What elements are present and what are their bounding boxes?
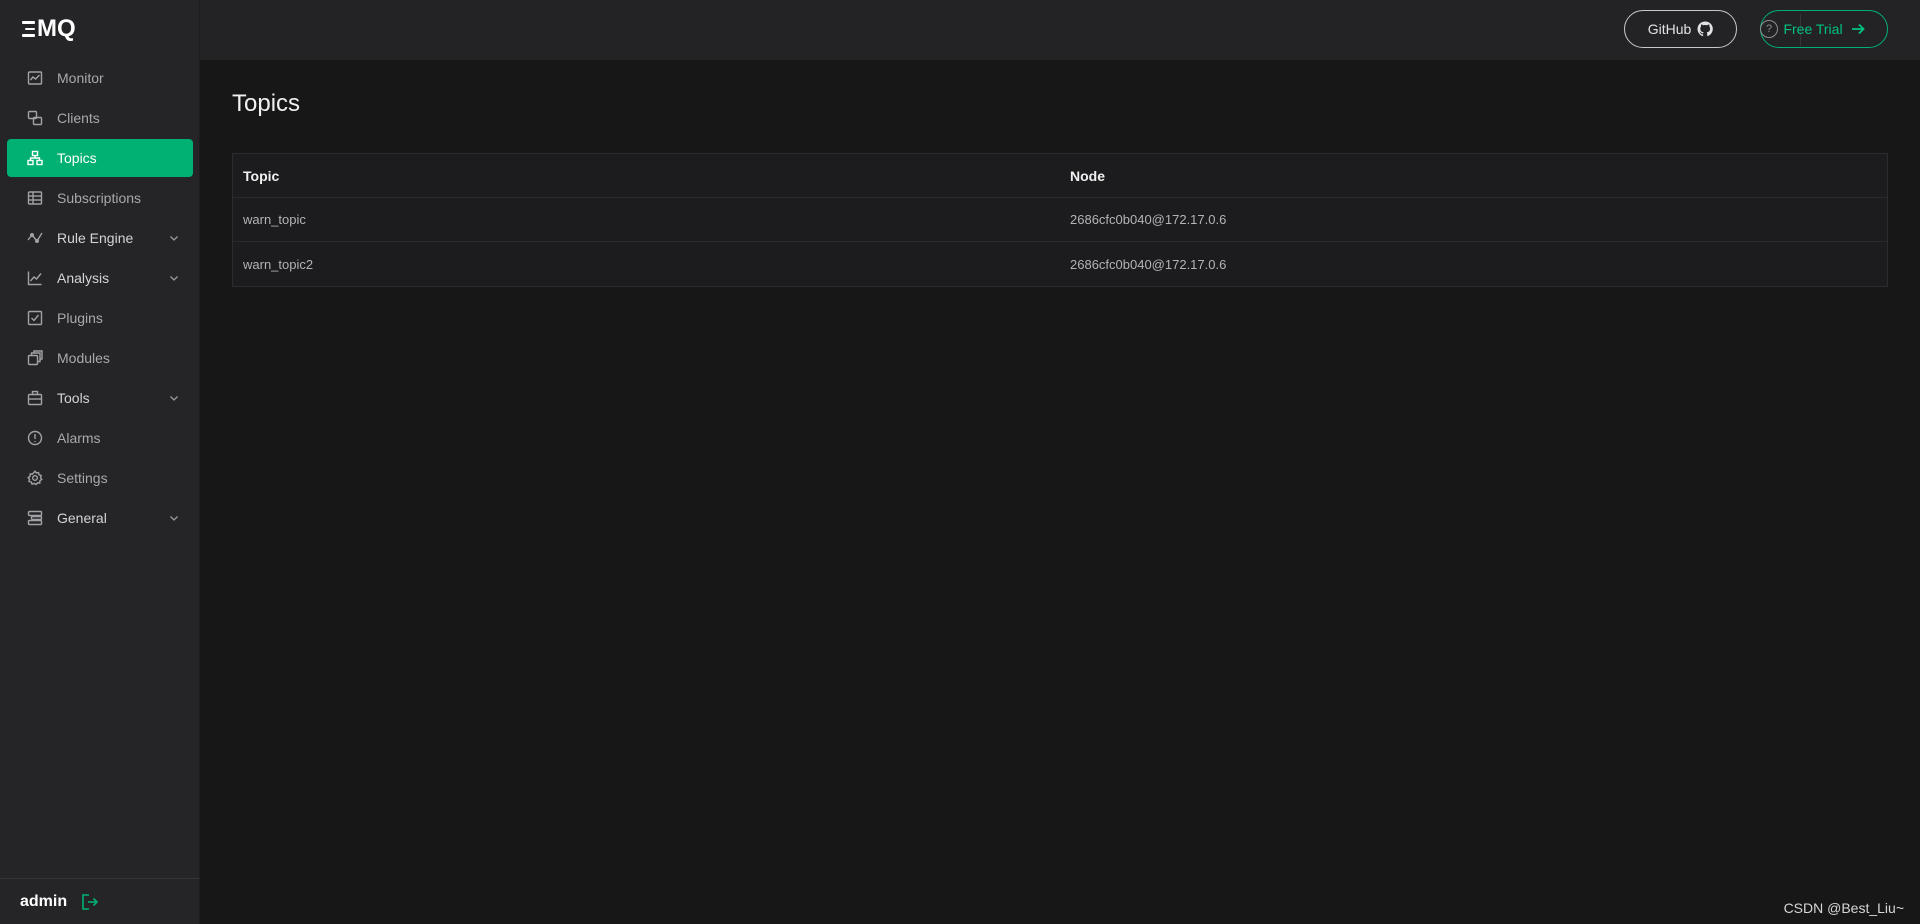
sidebar: MQ Monitor Clients Topics Subscriptions … <box>0 0 200 924</box>
subscriptions-icon <box>27 190 43 206</box>
sidebar-item-rule-engine[interactable]: Rule Engine <box>7 219 193 257</box>
settings-icon <box>27 470 43 486</box>
chevron-down-icon <box>169 233 179 243</box>
logo-mark-icon <box>22 21 35 37</box>
sidebar-item-label: Rule Engine <box>57 230 134 246</box>
table-row: warn_topic 2686cfc0b040@172.17.0.6 <box>233 198 1887 242</box>
monitor-icon <box>27 70 43 86</box>
sidebar-item-label: Modules <box>57 350 110 366</box>
username: admin <box>20 892 68 910</box>
node-cell: 2686cfc0b040@172.17.0.6 <box>1070 256 1227 272</box>
github-button[interactable]: GitHub <box>1624 10 1737 48</box>
sidebar-item-label: Clients <box>57 110 100 126</box>
sidebar-item-subscriptions[interactable]: Subscriptions <box>7 179 193 217</box>
chevron-down-icon <box>169 273 179 283</box>
help-icon[interactable]: ? <box>1760 20 1778 38</box>
sidebar-item-clients[interactable]: Clients <box>7 99 193 137</box>
sidebar-item-label: Topics <box>57 150 97 166</box>
tools-icon <box>27 390 43 406</box>
sidebar-item-topics[interactable]: Topics <box>7 139 193 177</box>
sidebar-item-general[interactable]: General <box>7 499 193 537</box>
sidebar-footer: admin <box>0 878 200 924</box>
sidebar-item-monitor[interactable]: Monitor <box>7 59 193 97</box>
app-root: MQ Monitor Clients Topics Subscriptions … <box>0 0 1920 924</box>
topic-cell: warn_topic <box>243 212 306 227</box>
sidebar-item-label: Plugins <box>57 310 103 326</box>
topics-table: Topic Node warn_topic 2686cfc0b040@172.1… <box>232 153 1888 287</box>
topics-icon <box>27 150 43 166</box>
watermark: CSDN @Best_Liu~ <box>1783 900 1904 916</box>
github-label: GitHub <box>1647 21 1692 37</box>
modules-icon <box>27 350 43 366</box>
sidebar-item-analysis[interactable]: Analysis <box>7 259 193 297</box>
table-row: warn_topic2 2686cfc0b040@172.17.0.6 <box>233 242 1887 286</box>
sidebar-item-plugins[interactable]: Plugins <box>7 299 193 337</box>
analysis-icon <box>27 270 43 286</box>
logo-text: MQ <box>37 15 76 42</box>
page-title: Topics <box>232 90 301 117</box>
node-cell: 2686cfc0b040@172.17.0.6 <box>1070 212 1227 227</box>
main-content: Topics Topic Node warn_topic 2686cfc0b04… <box>200 60 1920 924</box>
chevron-down-icon <box>169 513 179 523</box>
sidebar-item-label: Analysis <box>57 270 110 286</box>
free-trial-label: Free Trial <box>1783 21 1843 37</box>
sidebar-item-modules[interactable]: Modules <box>7 339 193 377</box>
logout-icon[interactable] <box>81 893 99 911</box>
sidebar-item-tools[interactable]: Tools <box>7 379 193 417</box>
sidebar-menu: Monitor Clients Topics Subscriptions Rul… <box>0 59 200 539</box>
sidebar-item-label: Tools <box>57 390 90 406</box>
arrow-right-icon <box>1851 23 1865 35</box>
plugins-icon <box>27 310 43 326</box>
sidebar-item-alarms[interactable]: Alarms <box>7 419 193 457</box>
sidebar-item-label: Settings <box>57 470 108 486</box>
sidebar-item-settings[interactable]: Settings <box>7 459 193 497</box>
general-icon <box>27 510 43 526</box>
sidebar-item-label: Monitor <box>57 70 104 86</box>
sidebar-item-label: Subscriptions <box>57 190 142 206</box>
sidebar-item-label: Alarms <box>57 430 101 446</box>
github-icon <box>1697 21 1714 37</box>
alarms-icon <box>27 430 43 446</box>
topic-cell: warn_topic2 <box>243 256 314 272</box>
free-trial-button[interactable]: Free Trial <box>1760 10 1888 48</box>
chevron-down-icon <box>169 393 179 403</box>
column-header-node: Node <box>1070 167 1105 184</box>
rule-engine-icon <box>27 230 43 246</box>
column-header-topic: Topic <box>243 167 280 184</box>
sidebar-item-label: General <box>57 510 107 526</box>
table-header-row: Topic Node <box>233 154 1887 198</box>
top-header: GitHub Free Trial ? <box>200 0 1920 60</box>
emq-logo[interactable]: MQ <box>22 16 76 42</box>
clients-icon <box>27 110 43 126</box>
